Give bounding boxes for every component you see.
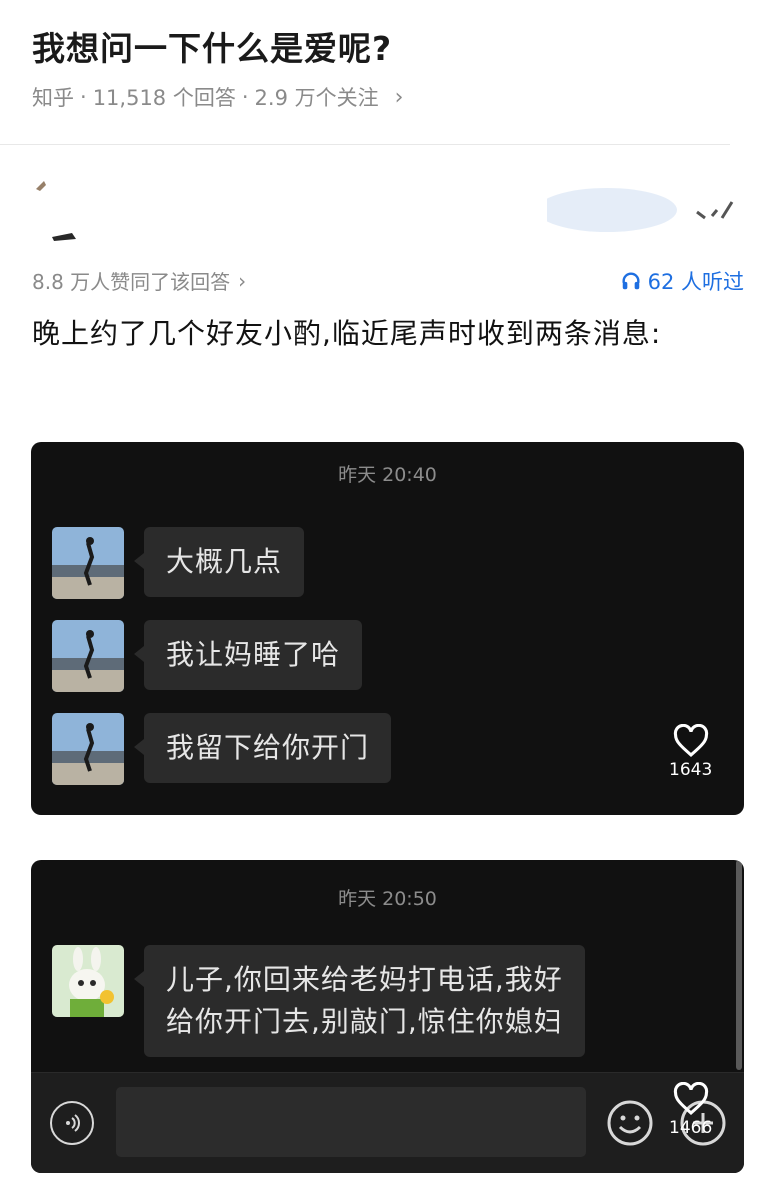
divider — [0, 144, 730, 145]
heart-icon — [673, 724, 708, 757]
like-button[interactable]: 1466 — [669, 1082, 712, 1138]
meta-separator: · — [80, 85, 87, 109]
like-button[interactable]: 1643 — [669, 724, 712, 780]
author-row[interactable] — [32, 170, 752, 245]
listen-button[interactable]: 62 人听过 — [620, 266, 744, 296]
chevron-right-icon: › — [394, 84, 404, 110]
chat-bubble: 儿子,你回来给老妈打电话,我好 给你开门去,别敲门,惊住你媳妇 — [134, 945, 585, 1057]
chat-message: 我留下给你开门 — [52, 713, 392, 785]
votes-text: 8.8 万人赞同了该回答 — [32, 270, 231, 294]
chat-message: 我让妈睡了哈 — [52, 620, 363, 692]
chevron-right-icon: › — [238, 268, 247, 293]
voice-button[interactable] — [50, 1101, 94, 1145]
like-count: 1466 — [669, 1118, 713, 1138]
chat-bubble-line: 儿子,你回来给老妈打电话,我好 — [166, 963, 563, 996]
voice-icon — [66, 1114, 80, 1132]
author-name-redacted — [547, 188, 734, 232]
source-label: 知乎 — [32, 86, 74, 110]
mom-avatar — [52, 713, 124, 785]
chat-message: 大概几点 — [52, 527, 305, 599]
question-title[interactable]: 我想问一下什么是爱呢? — [32, 22, 392, 70]
bunny-avatar — [52, 945, 124, 1017]
message-input[interactable] — [116, 1087, 586, 1157]
answer-body: 晚上约了几个好友小酌,临近尾声时收到两条消息: — [32, 317, 662, 350]
votes-row[interactable]: 8.8 万人赞同了该回答 › — [32, 266, 246, 295]
chat-bubble: 大概几点 — [133, 527, 305, 597]
chat-bubble-line: 给你开门去,别敲门,惊住你媳妇 — [166, 1005, 563, 1038]
like-count: 1643 — [669, 760, 713, 780]
mom-avatar — [52, 527, 124, 599]
mom-avatar — [52, 620, 124, 692]
chat-screenshot-2[interactable]: 昨天 20:50 儿子,你回来给老妈打电话,我好 给你开门去,别敲门,惊住你媳妇 — [31, 860, 744, 1173]
chat-message: 儿子,你回来给老妈打电话,我好 给你开门去,别敲门,惊住你媳妇 — [52, 945, 585, 1057]
emoji-icon[interactable] — [606, 1099, 654, 1147]
chat-input-bar — [31, 1072, 744, 1173]
answer-count: 11,518 个回答 — [92, 86, 236, 110]
chat-timestamp: 昨天 20:50 — [338, 888, 437, 910]
listen-count: 62 人听过 — [647, 270, 744, 294]
meta-separator: · — [241, 85, 249, 109]
headphones-icon — [622, 272, 640, 290]
chat-bubble: 我留下给你开门 — [133, 713, 392, 783]
chat-screenshot-1[interactable]: 昨天 20:40 大概几点 我让妈睡了哈 我留下给你开门 1643 — [31, 442, 744, 815]
chat-bubble: 我让妈睡了哈 — [133, 620, 363, 690]
author-avatar[interactable] — [32, 175, 80, 241]
chat-timestamp: 昨天 20:40 — [338, 464, 437, 486]
question-meta[interactable]: 知乎 · 11,518 个回答 · 2.9 万个关注 › — [32, 82, 403, 112]
heart-icon — [673, 1082, 708, 1115]
follower-count: 2.9 万个关注 — [254, 86, 379, 110]
